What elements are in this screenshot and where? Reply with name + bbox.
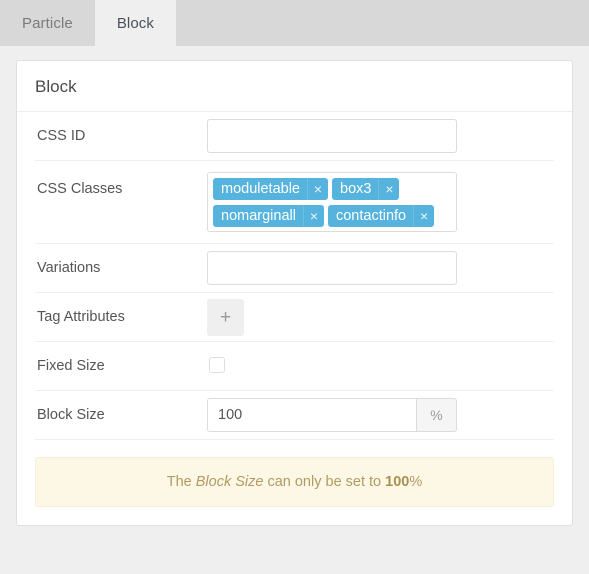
chip-box3[interactable]: box3 ×	[332, 178, 400, 200]
css-classes-label: CSS Classes	[37, 181, 123, 197]
block-settings-panel: Block CSS ID CSS Classes moduletable × b…	[16, 60, 573, 526]
tab-bar-filler	[176, 0, 589, 46]
css-id-control	[207, 119, 554, 153]
notice-emphasis: Block Size	[195, 474, 264, 490]
block-size-notice: The Block Size can only be set to 100%	[35, 457, 554, 507]
close-icon[interactable]: ×	[307, 178, 328, 200]
variations-label: Variations	[37, 260, 101, 276]
close-icon[interactable]: ×	[413, 205, 434, 227]
panel-container: Block CSS ID CSS Classes moduletable × b…	[0, 46, 589, 526]
tab-bar: Particle Block	[0, 0, 589, 46]
block-size-input[interactable]	[207, 398, 416, 432]
tab-block[interactable]: Block	[94, 0, 177, 46]
tag-attributes-control: +	[207, 298, 554, 336]
tab-block-label: Block	[116, 14, 155, 32]
fixed-size-control	[207, 356, 554, 376]
css-id-input[interactable]	[207, 119, 457, 153]
close-icon[interactable]: ×	[378, 178, 399, 200]
block-size-control: %	[207, 398, 554, 432]
notice-text-before: The	[166, 474, 196, 490]
variations-control	[207, 251, 554, 285]
panel-body: CSS ID CSS Classes moduletable × box3 × …	[17, 112, 572, 525]
percent-addon: %	[416, 398, 457, 432]
block-size-label: Block Size	[37, 407, 105, 423]
chip-label: contactinfo	[335, 207, 407, 224]
chip-label: nomarginall	[221, 207, 296, 224]
chip-moduletable[interactable]: moduletable ×	[213, 178, 328, 200]
row-variations: Variations	[35, 244, 554, 293]
variations-input[interactable]	[207, 251, 457, 285]
tab-particle-label: Particle	[22, 14, 73, 32]
css-id-label: CSS ID	[37, 128, 86, 144]
notice-text-middle: can only be set to	[263, 474, 386, 490]
row-css-classes: CSS Classes moduletable × box3 × nomargi…	[35, 161, 554, 244]
fixed-size-checkbox[interactable]	[209, 356, 225, 373]
row-block-size: Block Size %	[35, 391, 554, 440]
chip-label: box3	[340, 180, 372, 197]
css-classes-control: moduletable × box3 × nomarginall × conta…	[207, 172, 554, 232]
notice-strong-value: 100	[385, 474, 410, 490]
row-tag-attributes: Tag Attributes +	[35, 293, 554, 342]
add-tag-attribute-button[interactable]: +	[207, 298, 244, 336]
block-size-input-group: %	[207, 398, 457, 432]
chip-label: moduletable	[221, 180, 300, 197]
plus-icon: +	[219, 306, 232, 328]
chip-contactinfo[interactable]: contactinfo ×	[327, 205, 435, 227]
row-css-id: CSS ID	[35, 112, 554, 161]
chip-nomarginall[interactable]: nomarginall ×	[213, 205, 324, 227]
row-fixed-size: Fixed Size	[35, 342, 554, 391]
notice-text-after: %	[409, 474, 423, 490]
tag-attributes-label: Tag Attributes	[37, 309, 125, 325]
close-icon[interactable]: ×	[302, 205, 324, 227]
panel-title: Block	[17, 61, 572, 112]
fixed-size-label: Fixed Size	[37, 358, 105, 374]
css-classes-tags-field[interactable]: moduletable × box3 × nomarginall × conta…	[207, 172, 457, 232]
tab-particle[interactable]: Particle	[0, 0, 95, 46]
